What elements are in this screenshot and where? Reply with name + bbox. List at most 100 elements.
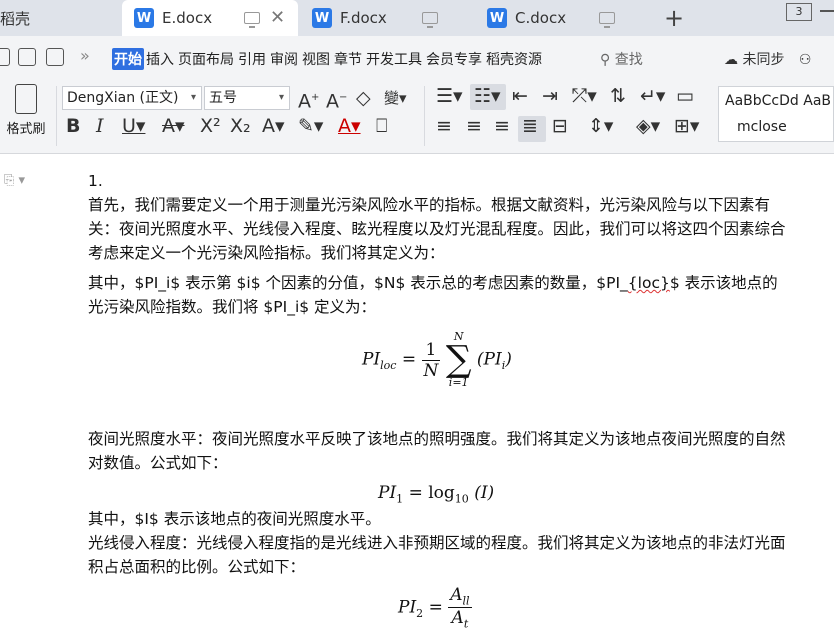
formula-pi-2: PI2 = All At bbox=[398, 585, 472, 631]
formula-function: log bbox=[428, 483, 455, 503]
menu-item-insert[interactable]: 插入 bbox=[144, 48, 176, 70]
share-icon[interactable]: ⚇ bbox=[799, 52, 812, 68]
print-icon[interactable] bbox=[46, 48, 64, 66]
menu-item-view[interactable]: 视图 bbox=[300, 48, 332, 70]
borders-icon[interactable]: ⊞▾ bbox=[674, 114, 699, 138]
formula-arg: (I) bbox=[474, 483, 495, 503]
fraction-numerator: 1 bbox=[421, 340, 441, 361]
menu-item-layout[interactable]: 页面布局 bbox=[176, 48, 236, 70]
formula-sub: 1 bbox=[396, 492, 404, 506]
line-spacing-icon[interactable]: ⇕▾ bbox=[588, 114, 613, 138]
tab-f-docx[interactable]: W F.docx bbox=[300, 0, 470, 36]
minimize-icon[interactable] bbox=[820, 10, 834, 12]
distributed-icon[interactable]: ⊟ bbox=[552, 114, 568, 138]
search-label: 查找 bbox=[614, 52, 643, 68]
document-area[interactable]: ⎘ ▾ 1. 首先，我们需要定义一个用于测量光污染风险水平的指标。根据文献资料，… bbox=[0, 155, 834, 633]
menu-icon[interactable] bbox=[0, 48, 10, 66]
format-painter-button[interactable]: 格式刷 bbox=[0, 84, 52, 137]
save-icon[interactable] bbox=[18, 48, 36, 66]
align-center-icon[interactable]: ≡ bbox=[466, 114, 482, 138]
style-name: mclose bbox=[737, 119, 787, 135]
ruler-icon[interactable]: ▭ bbox=[676, 84, 694, 108]
decrease-indent-icon[interactable]: ⇤ bbox=[512, 84, 528, 108]
paragraph: 其中，$PI_i$ 表示第 $i$ 个因素的分值，$N$ 表示总的考虑因素的数量… bbox=[88, 271, 788, 319]
monitor-icon[interactable] bbox=[599, 12, 615, 28]
tab-e-docx[interactable]: W E.docx ✕ bbox=[122, 0, 298, 36]
paragraph: 光线侵入程度：光线侵入程度指的是光线进入非预期区域的程度。我们将其定义为该地点的… bbox=[88, 534, 786, 576]
numbered-list-icon[interactable]: ☷▾ bbox=[474, 84, 501, 108]
sync-label: 未同步 bbox=[742, 52, 785, 68]
main-menu: 开始 插入 页面布局 引用 审阅 视图 章节 开发工具 会员专享 稻壳资源 bbox=[112, 48, 544, 70]
menu-item-home[interactable]: 开始 bbox=[112, 48, 144, 70]
bullet-list-icon[interactable]: ☰▾ bbox=[436, 84, 463, 108]
menu-item-resources[interactable]: 稻壳资源 bbox=[484, 48, 544, 70]
tab-c-docx[interactable]: W C.docx bbox=[475, 0, 650, 36]
new-tab-icon[interactable]: + bbox=[664, 4, 684, 32]
more-icon[interactable]: » bbox=[80, 46, 90, 65]
menu-row: » 开始 插入 页面布局 引用 审阅 视图 章节 开发工具 会员专享 稻壳资源 … bbox=[0, 36, 834, 80]
shading-icon[interactable]: ◈▾ bbox=[636, 114, 660, 138]
word-doc-icon: W bbox=[134, 8, 154, 28]
menu-item-member[interactable]: 会员专享 bbox=[424, 48, 484, 70]
monitor-icon[interactable] bbox=[244, 12, 260, 28]
increase-indent-icon[interactable]: ⇥ bbox=[542, 84, 558, 108]
close-icon[interactable]: ✕ bbox=[270, 7, 285, 28]
font-color-icon[interactable]: A▾ bbox=[338, 114, 361, 138]
show-marks-icon[interactable]: ↵▾ bbox=[640, 84, 665, 108]
formula-sub: 2 bbox=[416, 606, 424, 620]
summation-symbol: N ∑ i=1 bbox=[445, 330, 472, 389]
menu-item-developer[interactable]: 开发工具 bbox=[364, 48, 424, 70]
italic-icon[interactable]: I bbox=[96, 114, 104, 138]
divider bbox=[56, 86, 57, 146]
chevron-down-icon: ▾ bbox=[190, 92, 196, 103]
clear-format-icon[interactable]: ◇ bbox=[356, 86, 371, 110]
menu-item-review[interactable]: 审阅 bbox=[268, 48, 300, 70]
paragraph: 首先，我们需要定义一个用于测量光污染风险水平的指标。根据文献资料，光污染风险与以… bbox=[88, 196, 786, 262]
subscript-icon[interactable]: X₂ bbox=[230, 114, 251, 138]
formula-lhs: PI bbox=[398, 597, 417, 618]
strikethrough-icon[interactable]: A▾ bbox=[162, 114, 185, 138]
grow-font-icon[interactable]: A+ bbox=[298, 86, 319, 113]
fraction-denominator: N bbox=[423, 360, 439, 381]
ribbon-toolbar: 格式刷 DengXian (正文) ▾ 五号 ▾ A+ A− ◇ 變▾ B I … bbox=[0, 80, 834, 154]
formula-fraction: All At bbox=[448, 585, 472, 631]
bold-icon[interactable]: B bbox=[66, 114, 80, 138]
spellcheck-flagged-text: {loc} bbox=[627, 274, 670, 292]
tab-home[interactable]: 稻壳 bbox=[0, 0, 120, 36]
text-effect-icon[interactable]: A▾ bbox=[262, 114, 285, 138]
font-size-select[interactable]: 五号 ▾ bbox=[204, 86, 290, 110]
formula-lhs: PI bbox=[378, 483, 397, 503]
font-size-value: 五号 bbox=[209, 90, 237, 106]
paragraph: 其中，$I$ 表示该地点的夜间光照度水平。 bbox=[88, 510, 381, 528]
tab-bar: 稻壳 W E.docx ✕ W F.docx W C.docx + 3 bbox=[0, 0, 834, 36]
sort-icon[interactable]: ⇅ bbox=[610, 84, 626, 108]
cloud-icon: ☁ bbox=[724, 52, 738, 68]
chevron-down-icon: ▾ bbox=[278, 92, 284, 103]
align-right-icon[interactable]: ≡ bbox=[494, 114, 510, 138]
menu-item-chapter[interactable]: 章节 bbox=[332, 48, 364, 70]
style-gallery[interactable]: AaBbCcDd AaB mclose bbox=[718, 86, 834, 142]
highlight-icon[interactable]: ✎▾ bbox=[298, 114, 323, 138]
text-direction-icon[interactable]: ⤱▾ bbox=[572, 84, 597, 108]
superscript-icon[interactable]: X² bbox=[200, 114, 221, 138]
sum-lower: i=1 bbox=[448, 376, 469, 389]
underline-icon[interactable]: U▾ bbox=[122, 114, 145, 138]
align-left-icon[interactable]: ≡ bbox=[436, 114, 452, 138]
tab-home-label: 稻壳 bbox=[0, 9, 31, 28]
phonetic-icon[interactable]: 變▾ bbox=[384, 86, 407, 110]
search-button[interactable]: ⚲ 查找 bbox=[600, 49, 643, 69]
font-name-value: DengXian (正文) bbox=[67, 90, 179, 106]
monitor-icon[interactable] bbox=[422, 12, 438, 28]
justify-icon[interactable]: ≣ bbox=[522, 114, 538, 138]
shrink-font-icon[interactable]: A− bbox=[326, 86, 347, 113]
paragraph-handle-icon[interactable]: ⎘ ▾ bbox=[4, 173, 25, 188]
char-border-icon[interactable]: ⎕ bbox=[376, 114, 387, 138]
format-painter-label: 格式刷 bbox=[6, 122, 46, 137]
formula-pi-loc: PIloc = 1 N N ∑ i=1 (PIi) bbox=[362, 330, 512, 389]
window-count-badge[interactable]: 3 bbox=[786, 3, 812, 21]
menu-item-references[interactable]: 引用 bbox=[236, 48, 268, 70]
sync-status[interactable]: ☁ 未同步 ⚇ bbox=[724, 49, 811, 69]
formula-sub: 10 bbox=[454, 492, 469, 506]
formula-term: (PI bbox=[476, 349, 502, 370]
font-name-select[interactable]: DengXian (正文) ▾ bbox=[62, 86, 202, 110]
